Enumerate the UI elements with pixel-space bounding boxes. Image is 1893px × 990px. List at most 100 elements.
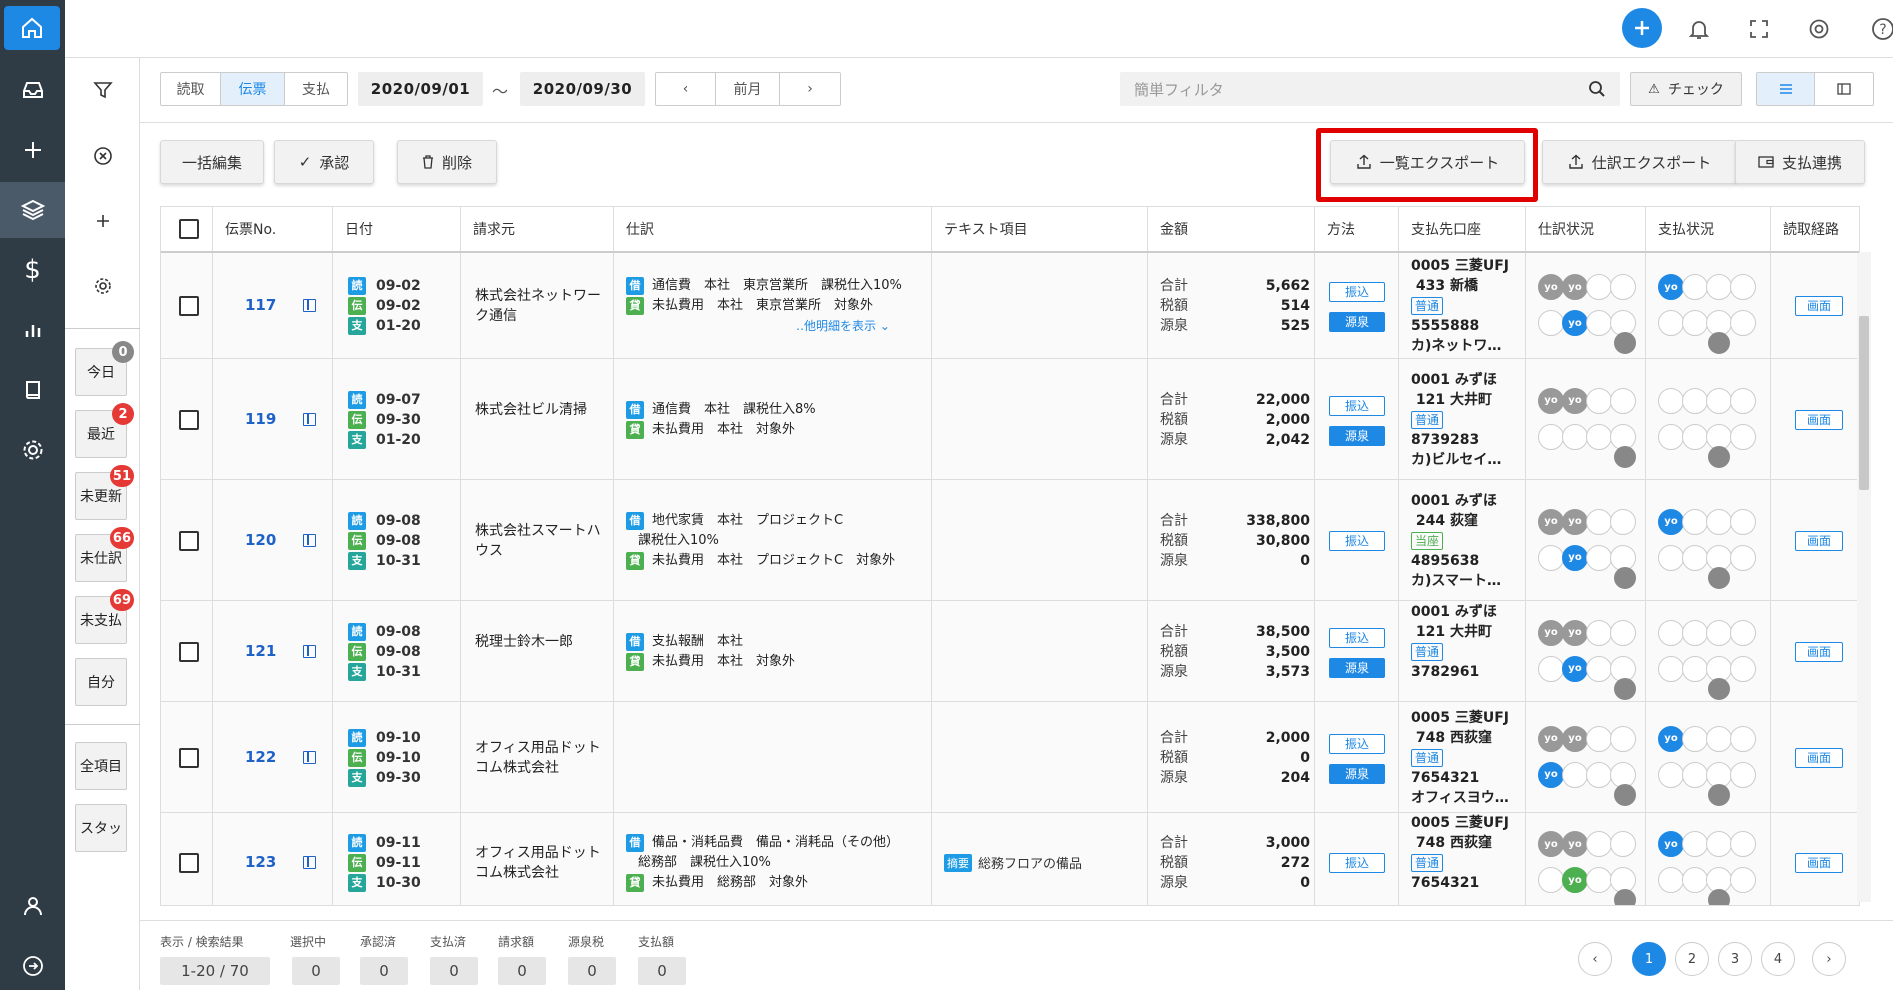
col-journal-status[interactable]: 仕訳状況 <box>1526 207 1646 251</box>
voucher-number[interactable]: 117 <box>245 296 276 314</box>
page-3[interactable]: 3 <box>1718 942 1752 976</box>
dollar-icon[interactable]: $ <box>0 242 65 298</box>
row-checkbox[interactable] <box>179 747 199 768</box>
page-2[interactable]: 2 <box>1675 942 1709 976</box>
col-read-route[interactable]: 読取経路 <box>1771 207 1859 251</box>
table-row[interactable]: 121 読 09-08 伝 09-08 支 10-31 税理士鈴木一郎 借支払報酬 本社貸未払費… <box>161 601 1859 702</box>
voucher-number[interactable]: 120 <box>245 531 276 549</box>
layers-icon[interactable] <box>0 182 65 238</box>
row-checkbox[interactable] <box>179 530 199 551</box>
page-next-icon[interactable]: › <box>1812 942 1846 976</box>
method-transfer[interactable]: 振込 <box>1329 733 1385 754</box>
col-payment-status[interactable]: 支払状況 <box>1646 207 1771 251</box>
chip-unpaid[interactable]: 未支払 69 <box>75 589 134 644</box>
home-icon[interactable] <box>4 6 60 50</box>
method-transfer[interactable]: 振込 <box>1329 853 1385 873</box>
col-bank[interactable]: 支払先口座 <box>1399 207 1526 251</box>
method-withhold[interactable]: 源泉 <box>1329 657 1385 678</box>
add-icon[interactable] <box>0 122 65 178</box>
screen-button[interactable]: 画面 <box>1795 747 1843 768</box>
open-panel-icon[interactable] <box>303 533 316 547</box>
row-checkbox[interactable] <box>179 853 199 873</box>
col-method[interactable]: 方法 <box>1315 207 1399 251</box>
panel-view-icon[interactable] <box>1815 73 1873 105</box>
add-filter-icon[interactable] <box>65 212 140 230</box>
approve-button[interactable]: ✓ 承認 <box>274 140 374 184</box>
col-text-item[interactable]: テキスト項目 <box>932 207 1148 251</box>
chip-not-journalized[interactable]: 未仕訳 66 <box>75 527 134 582</box>
settings-icon[interactable] <box>0 422 65 478</box>
chip-mine[interactable]: 自分 <box>75 658 127 706</box>
open-panel-icon[interactable] <box>303 299 316 312</box>
payment-link-button[interactable]: 支払連携 <box>1735 140 1865 184</box>
bar-chart-icon[interactable] <box>0 302 65 358</box>
table-row[interactable]: 120 読 09-08 伝 09-08 支 10-31 株式会社スマートハウス 借地代家賃 本社… <box>161 480 1859 601</box>
user-icon[interactable] <box>0 878 65 934</box>
seg-voucher[interactable]: 伝票 <box>221 73 285 105</box>
col-amount[interactable]: 金額 <box>1148 207 1315 251</box>
delete-button[interactable]: 削除 <box>397 140 497 184</box>
check-button[interactable]: ⚠ チェック <box>1630 72 1742 106</box>
clear-filter-icon[interactable] <box>65 146 140 166</box>
chip-not-updated[interactable]: 未更新 51 <box>75 465 134 520</box>
chip-recent[interactable]: 最近 2 <box>75 403 134 458</box>
method-transfer[interactable]: 振込 <box>1329 395 1385 416</box>
screen-button[interactable]: 画面 <box>1795 530 1843 551</box>
page-4[interactable]: 4 <box>1761 942 1795 976</box>
book-icon[interactable] <box>0 362 65 418</box>
method-withhold[interactable]: 源泉 <box>1329 425 1385 446</box>
row-checkbox[interactable] <box>179 409 199 430</box>
open-panel-icon[interactable] <box>303 412 316 426</box>
search-input[interactable]: 簡単フィルタ <box>1120 72 1620 106</box>
plus-icon[interactable] <box>1622 8 1662 48</box>
voucher-number[interactable]: 123 <box>245 853 276 871</box>
open-panel-icon[interactable] <box>303 750 316 764</box>
voucher-number[interactable]: 122 <box>245 748 276 766</box>
table-row[interactable]: 117 読 09-02 伝 09-02 支 01-20 株式会社ネットワーク通信 借通信費 本社… <box>161 253 1859 359</box>
method-transfer[interactable]: 振込 <box>1329 282 1385 302</box>
expand-nav-icon[interactable] <box>0 938 65 990</box>
date-to[interactable]: 2020/09/30 <box>520 72 645 106</box>
prev-chevron-icon[interactable]: ‹ <box>656 73 716 105</box>
chip-all-items[interactable]: 全項目 <box>75 742 127 790</box>
filter-settings-icon[interactable] <box>65 276 140 296</box>
screen-button[interactable]: 画面 <box>1795 409 1843 430</box>
filter-icon[interactable] <box>65 80 140 100</box>
journal-export-button[interactable]: 仕訳エクスポート <box>1542 140 1737 184</box>
scrollbar[interactable] <box>1857 252 1871 902</box>
screen-button[interactable]: 画面 <box>1795 853 1843 873</box>
more-detail-link[interactable]: ‥他明細を表示 ⌄ <box>796 316 902 336</box>
seg-payment[interactable]: 支払 <box>285 73 347 105</box>
col-journal[interactable]: 仕訳 <box>614 207 932 251</box>
seg-read[interactable]: 読取 <box>161 73 221 105</box>
help-ring-icon[interactable] <box>1801 11 1837 47</box>
row-checkbox[interactable] <box>179 641 199 662</box>
inbox-icon[interactable] <box>0 62 65 118</box>
col-date[interactable]: 日付 <box>333 207 461 251</box>
method-transfer[interactable]: 振込 <box>1329 627 1385 648</box>
select-all-checkbox[interactable] <box>179 219 199 239</box>
question-icon[interactable]: ? <box>1865 11 1893 47</box>
method-transfer[interactable]: 振込 <box>1329 530 1385 551</box>
scrollbar-thumb[interactable] <box>1859 316 1869 490</box>
voucher-number[interactable]: 119 <box>245 410 276 428</box>
row-checkbox[interactable] <box>179 296 199 316</box>
open-panel-icon[interactable] <box>303 856 316 869</box>
fullscreen-icon[interactable] <box>1741 11 1777 47</box>
prev-month-button[interactable]: 前月 <box>716 73 780 105</box>
screen-button[interactable]: 画面 <box>1795 296 1843 316</box>
chip-today[interactable]: 今日 0 <box>75 341 134 396</box>
page-1[interactable]: 1 <box>1632 942 1666 976</box>
bulk-edit-button[interactable]: 一括編集 <box>160 140 264 184</box>
table-row[interactable]: 122 読 09-10 伝 09-10 支 09-30 オフィス用品ドットコム株式会社 合計 2,… <box>161 702 1859 813</box>
next-chevron-icon[interactable]: › <box>780 73 840 105</box>
col-voucher-no[interactable]: 伝票No. <box>213 207 333 251</box>
chip-staff[interactable]: スタッ <box>75 804 127 852</box>
method-withhold[interactable]: 源泉 <box>1329 763 1385 784</box>
col-vendor[interactable]: 請求元 <box>461 207 614 251</box>
page-prev-icon[interactable]: ‹ <box>1578 942 1612 976</box>
voucher-number[interactable]: 121 <box>245 642 276 660</box>
method-withhold[interactable]: 源泉 <box>1329 312 1385 332</box>
table-row[interactable]: 123 読 09-11 伝 09-11 支 10-30 オフィス用品ドットコム株式会社借備品・… <box>161 813 1859 905</box>
screen-button[interactable]: 画面 <box>1795 641 1843 662</box>
